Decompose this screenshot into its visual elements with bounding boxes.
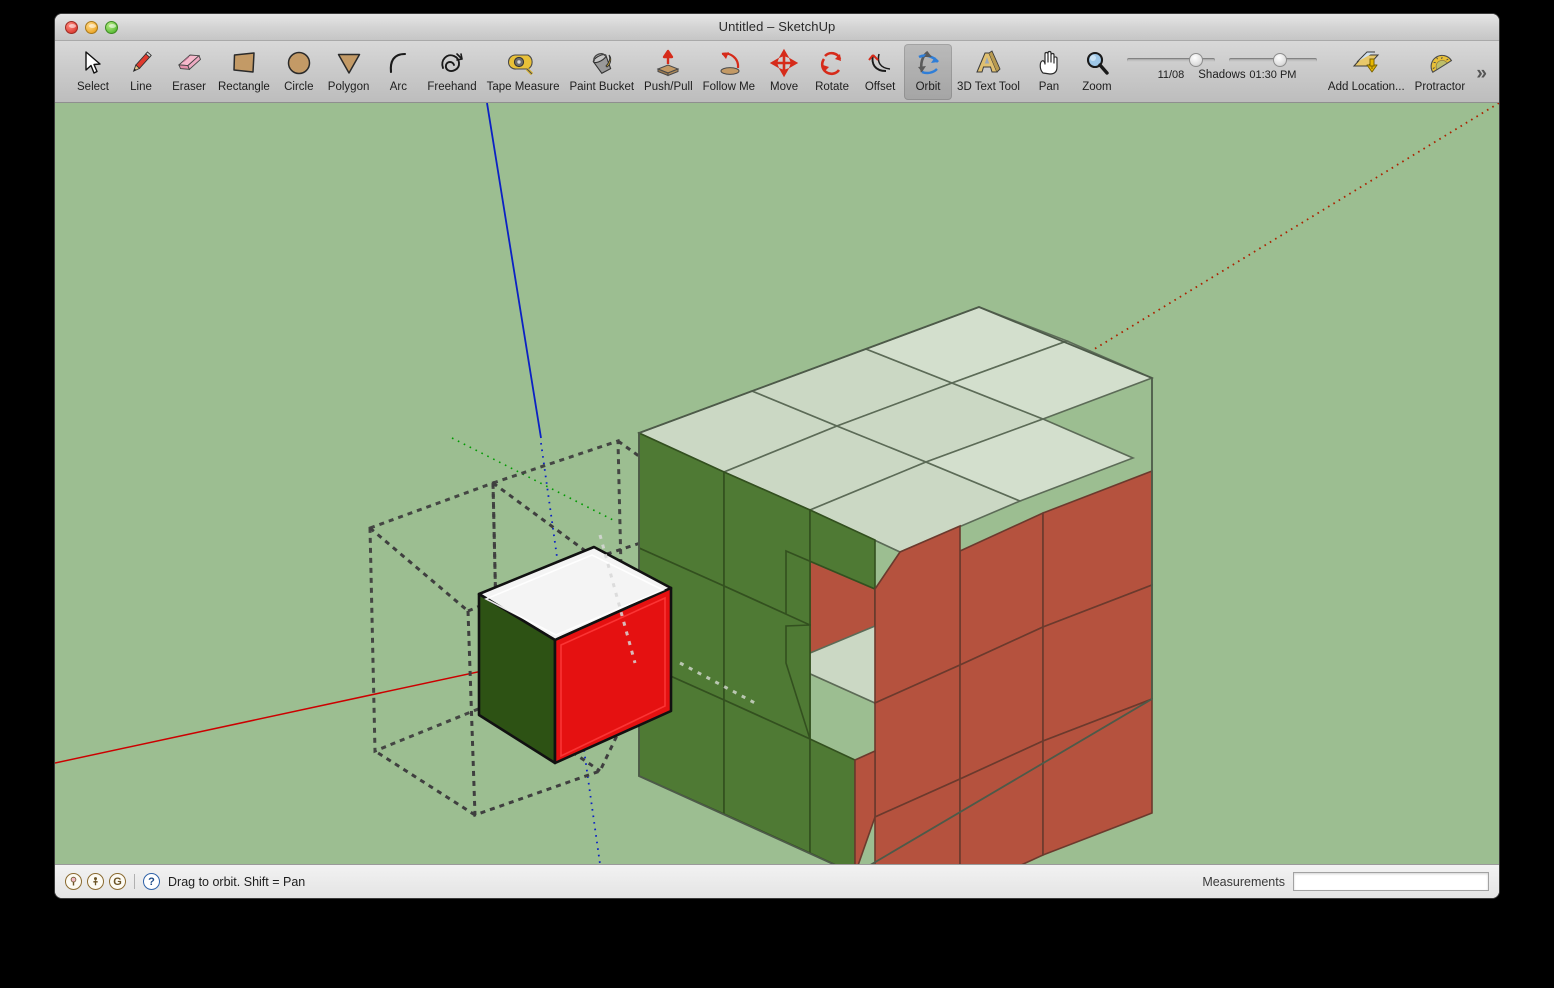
google-icon[interactable]: G [109, 873, 126, 890]
title-bar: Untitled – SketchUp [55, 14, 1499, 41]
tool-label: Paint Bucket [569, 81, 634, 93]
tool-protractor[interactable]: Protractor [1410, 44, 1471, 100]
tool-label: Protractor [1415, 81, 1466, 93]
tool-label: Freehand [427, 81, 476, 93]
cube-assembly[interactable] [639, 307, 1152, 864]
tool-zoom[interactable]: Zoom [1073, 44, 1121, 100]
shadow-date-value: 11/08 [1127, 69, 1215, 81]
circle-icon [280, 46, 318, 80]
tool-circle[interactable]: Circle [275, 44, 323, 100]
status-icons: G ? [65, 873, 160, 890]
tool-freehand[interactable]: Freehand [422, 44, 481, 100]
measurements-label: Measurements [1202, 875, 1285, 889]
tool-rotate[interactable]: Rotate [808, 44, 856, 100]
location-pin-icon[interactable] [65, 873, 82, 890]
tool-add-location[interactable]: Add Location... [1323, 44, 1410, 100]
shadows-group: 11/08 01:30 PM Shadows [1121, 44, 1323, 81]
tool-move[interactable]: Move [760, 44, 808, 100]
tool-label: Add Location... [1328, 81, 1405, 93]
push-pull-icon [649, 46, 687, 80]
tool-push-pull[interactable]: Push/Pull [639, 44, 698, 100]
arc-icon [379, 46, 417, 80]
status-bar: G ? Drag to orbit. Shift = Pan Measureme… [55, 864, 1499, 898]
sketchup-window: Untitled – SketchUp Select Line Eraser [55, 14, 1499, 898]
tool-label: Move [770, 81, 798, 93]
tool-pan[interactable]: Pan [1025, 44, 1073, 100]
slider-knob[interactable] [1189, 53, 1203, 67]
follow-me-icon [710, 46, 748, 80]
tool-label: Rectangle [218, 81, 270, 93]
tool-label: Tape Measure [487, 81, 560, 93]
tool-rectangle[interactable]: Rectangle [213, 44, 275, 100]
move-icon [765, 46, 803, 80]
measurements-input[interactable] [1293, 872, 1489, 891]
rectangle-icon [225, 46, 263, 80]
tool-tape-measure[interactable]: Tape Measure [482, 44, 565, 100]
orbit-icon [909, 46, 947, 80]
model-viewport[interactable] [55, 103, 1499, 864]
tool-polygon[interactable]: Polygon [323, 44, 375, 100]
tool-label: Zoom [1082, 81, 1111, 93]
rotate-icon [813, 46, 851, 80]
tool-label: Arc [390, 81, 407, 93]
slider-knob[interactable] [1273, 53, 1287, 67]
tool-label: 3D Text Tool [957, 81, 1020, 93]
tool-label: Rotate [815, 81, 849, 93]
tool-label: Line [130, 81, 152, 93]
tool-label: Polygon [328, 81, 370, 93]
help-icon[interactable]: ? [143, 873, 160, 890]
shadow-time-value: 01:30 PM [1229, 69, 1317, 81]
hand-icon [1030, 46, 1068, 80]
tape-measure-icon [504, 46, 542, 80]
tool-line[interactable]: Line [117, 44, 165, 100]
tool-paint-bucket[interactable]: Paint Bucket [564, 44, 639, 100]
person-icon[interactable] [87, 873, 104, 890]
tool-label: Offset [865, 81, 895, 93]
main-toolbar: Select Line Eraser Rectangle [55, 41, 1499, 103]
status-divider [134, 874, 135, 889]
tool-label: Push/Pull [644, 81, 693, 93]
tool-select[interactable]: Select [69, 44, 117, 100]
cursor-arrow-icon [74, 46, 112, 80]
tool-offset[interactable]: Offset [856, 44, 904, 100]
offset-icon [861, 46, 899, 80]
tool-label: Follow Me [703, 81, 755, 93]
tool-eraser[interactable]: Eraser [165, 44, 213, 100]
pencil-icon [122, 46, 160, 80]
model-drawing [55, 103, 1499, 864]
freehand-icon [433, 46, 471, 80]
eraser-icon [170, 46, 208, 80]
tool-label: Orbit [916, 81, 941, 93]
tool-3d-text[interactable]: 3D Text Tool [952, 44, 1025, 100]
tool-orbit[interactable]: Orbit [904, 44, 952, 100]
window-title: Untitled – SketchUp [55, 19, 1499, 34]
toolbar-overflow-chevron-icon[interactable]: » [1476, 63, 1487, 85]
protractor-icon [1421, 46, 1459, 80]
tool-follow-me[interactable]: Follow Me [698, 44, 760, 100]
status-hint-text: Drag to orbit. Shift = Pan [168, 875, 305, 889]
tool-label: Select [77, 81, 109, 93]
tool-label: Pan [1039, 81, 1059, 93]
blue-axis-positive [487, 103, 541, 438]
magnifier-icon [1078, 46, 1116, 80]
add-location-icon [1347, 46, 1385, 80]
measurements-group: Measurements [1202, 872, 1489, 891]
3d-text-icon [969, 46, 1007, 80]
tool-arc[interactable]: Arc [374, 44, 422, 100]
tool-label: Eraser [172, 81, 206, 93]
tool-label: Circle [284, 81, 313, 93]
paint-bucket-icon [583, 46, 621, 80]
polygon-icon [330, 46, 368, 80]
